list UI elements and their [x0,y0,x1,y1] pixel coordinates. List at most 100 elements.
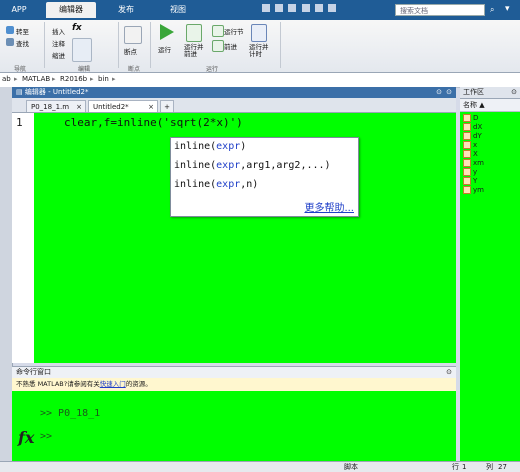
search-icon[interactable]: ⌕ [490,5,494,15]
workspace-variable[interactable]: y [463,168,477,177]
command-window-area[interactable] [12,391,456,461]
run-button[interactable]: 运行 [158,44,171,54]
workspace-column-header[interactable]: 名称 ▲ [460,99,520,112]
function-signature[interactable]: inline(expr,arg1,arg2,...) [174,160,331,171]
find-button[interactable]: 查找 [16,38,29,48]
code-line[interactable]: clear,f=inline('sqrt(2*x)') [64,116,243,129]
variable-icon [463,132,471,140]
command-history-line: >> P0_18_1 [40,408,101,419]
section-label-nav: 导航 [14,66,27,73]
run-section-icon[interactable] [212,25,224,37]
workspace-menu-icon[interactable]: ⊙ [511,87,517,98]
toolstrip-tabs: APP 编辑器 发布 视图 搜索文档 ⌕ ▾ [0,0,520,20]
more-help-link[interactable]: 更多帮助... [304,199,354,214]
status-bar: 脚本 行 1 列 27 [0,461,520,472]
line-number-gutter: 1 [12,113,34,363]
find-icon[interactable] [6,38,14,46]
chevron-right-icon: ▸ [112,75,116,83]
indent-button[interactable]: 缩进 [52,50,65,60]
goto-icon[interactable] [6,26,14,34]
breadcrumb-item[interactable]: ab [2,75,11,83]
function-hint-popup: inline(expr) inline(expr,arg1,arg2,...) … [170,137,359,217]
tab-publish[interactable]: 发布 [104,2,148,18]
tab-view[interactable]: 视图 [156,2,200,18]
editor-tab-p0-18-1[interactable]: P0_18_1.m × [26,100,86,112]
editor-tabbar: P0_18_1.m × Untitled2* × + [12,98,456,113]
workspace-variable[interactable]: x [463,141,477,150]
function-signature[interactable]: inline(expr,n) [174,179,258,190]
variable-icon [463,150,471,158]
workspace-variable[interactable]: ym [463,186,484,195]
editor-menu-icon[interactable]: ⊙ [446,87,452,98]
run-advance-icon[interactable] [186,24,202,42]
breakpoint-icon[interactable] [124,26,142,44]
close-icon[interactable]: × [148,101,154,113]
section-label-run: 运行 [206,66,219,73]
ribbon-separator [150,22,151,68]
function-signature[interactable]: inline(expr) [174,141,246,152]
workspace-titlebar: 工作区 ⊙ [460,87,520,99]
getting-started-link[interactable]: 快速入门 [100,380,126,388]
variable-icon [463,177,471,185]
workspace-title: 工作区 [463,88,484,96]
editor-titlebar: ▤ 编辑器 - Untitled2* ⊙ ⊙ [12,87,456,98]
run-icon[interactable] [160,24,174,40]
notification-icon[interactable]: ▾ [505,4,510,14]
advance-icon[interactable] [212,40,224,52]
workspace-variable[interactable]: dY [463,132,482,141]
variable-icon [463,186,471,194]
ribbon-separator [44,22,45,68]
workspace-variable[interactable]: D [463,114,478,123]
command-window-title: 命令行窗口 [16,368,51,376]
ribbon-separator [118,22,119,68]
search-docs-input[interactable]: 搜索文档 [395,4,485,16]
comment-tools-icon[interactable] [72,38,92,62]
breadcrumb-item[interactable]: bin [98,75,109,83]
goto-button[interactable]: 转至 [16,26,29,36]
insert-button[interactable]: 插入 [52,26,65,36]
editor-tab-label: P0_18_1.m [31,103,70,111]
editor-ribbon: 转至 查找 插入 fx 注释 缩进 断点 运行 运行并 前进 运行节 前进 运行… [0,20,520,73]
run-advance-button[interactable]: 运行并 前进 [184,44,204,58]
editor-maximize-icon[interactable]: ⊙ [436,87,442,98]
chevron-right-icon: ▸ [14,75,18,83]
editor-title: 编辑器 - Untitled2* [24,88,89,96]
variable-icon [463,141,471,149]
breakpoint-button[interactable]: 断点 [124,46,137,56]
workspace-variable[interactable]: X [463,150,478,159]
workspace-variable[interactable]: xm [463,159,484,168]
variable-icon [463,159,471,167]
advance-button[interactable]: 前进 [224,41,237,51]
editor-tab-untitled2[interactable]: Untitled2* × [88,100,158,112]
variable-icon [463,123,471,131]
function-browser-icon[interactable]: fx [18,428,34,447]
workspace-variable[interactable]: Y [463,177,477,186]
variable-icon [463,114,471,122]
chevron-right-icon: ▸ [52,75,56,83]
workspace-variable[interactable]: dX [463,123,482,132]
chevron-right-icon: ▸ [90,75,94,83]
breadcrumb-item[interactable]: MATLAB [22,75,50,83]
banner-text-suffix: 的资源。 [125,380,152,388]
section-label-edit: 编辑 [78,66,91,73]
section-label-breakpoints: 断点 [128,66,141,73]
close-icon[interactable]: × [76,101,82,113]
comment-button[interactable]: 注释 [52,38,65,48]
insert-function-button[interactable]: fx [72,23,82,33]
run-time-button[interactable]: 运行并 计时 [249,44,269,58]
ribbon-separator [280,22,281,68]
variable-icon [463,168,471,176]
new-tab-button[interactable]: + [160,100,174,112]
getting-started-banner: 不熟悉 MATLAB?请参阅有关快速入门的资源。 [12,378,456,392]
address-bar[interactable]: ab ▸ MATLAB ▸ R2016b ▸ bin ▸ [0,73,520,88]
banner-text: 不熟悉 MATLAB?请参阅有关 [16,380,100,388]
breadcrumb-item[interactable]: R2016b [60,75,87,83]
command-prompt[interactable]: >> [40,431,52,442]
tab-editor[interactable]: 编辑器 [46,2,96,18]
run-time-icon[interactable] [251,24,267,42]
tab-app[interactable]: APP [4,2,34,18]
editor-tab-label: Untitled2* [93,103,129,111]
run-section-button[interactable]: 运行节 [224,26,244,36]
command-window-menu-icon[interactable]: ⊙ [446,367,452,378]
editor-icon: ▤ [16,88,23,96]
